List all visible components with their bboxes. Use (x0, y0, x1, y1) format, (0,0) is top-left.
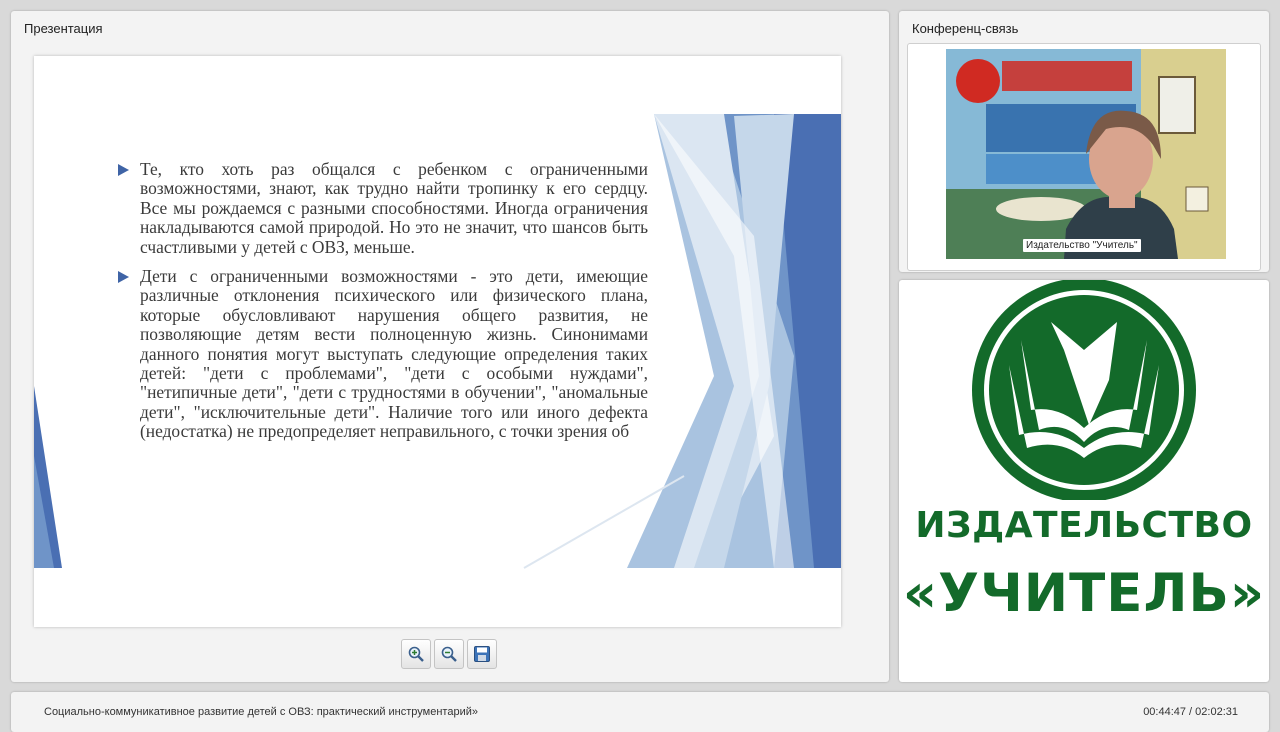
bullet-text: Дети с ограниченными возможностями - это… (140, 266, 648, 442)
presentation-title: Презентация (24, 21, 103, 36)
bullet-text: Те, кто хоть раз общался с ребенком с ог… (140, 159, 648, 257)
presentation-panel: Презентация Те, кто хоть раз общался с р… (11, 11, 889, 682)
conference-title: Конференц-связь (912, 21, 1019, 36)
slide-bullet: Те, кто хоть раз общался с ребенком с ог… (118, 159, 648, 257)
zoom-in-icon (408, 646, 424, 662)
slide-text: Те, кто хоть раз общался с ребенком с ог… (118, 159, 648, 452)
video-label: Издательство "Учитель" (1023, 239, 1141, 252)
video-feed[interactable]: Издательство "Учитель" (946, 49, 1226, 259)
publisher-logo-icon (972, 280, 1196, 500)
logo-text-publisher: ИЗДАТЕЛЬСТВО (915, 505, 1253, 546)
conference-panel: Конференц-связь Издательство "Учитель" (899, 11, 1269, 272)
course-title: Социально-коммуникативное развитие детей… (44, 706, 478, 718)
presentation-toolbar (401, 639, 497, 669)
logo-text-name: «УЧИТЕЛЬ» (902, 563, 1266, 624)
bullet-triangle-icon (118, 271, 129, 284)
bullet-triangle-icon (118, 164, 129, 176)
playback-timer: 00:44:47 / 02:02:31 (1143, 706, 1238, 718)
save-button[interactable] (467, 639, 497, 669)
save-icon (474, 646, 490, 662)
zoom-out-icon (441, 646, 457, 662)
zoom-out-button[interactable] (434, 639, 464, 669)
slide-bullet: Дети с ограниченными возможностями - это… (118, 266, 648, 442)
logo-panel: ИЗДАТЕЛЬСТВО «УЧИТЕЛЬ» (899, 280, 1269, 682)
webcam-image (946, 49, 1226, 259)
slide: Те, кто хоть раз общался с ребенком с ог… (34, 56, 841, 627)
bottom-bar: Социально-коммуникативное развитие детей… (11, 692, 1269, 732)
zoom-in-button[interactable] (401, 639, 431, 669)
